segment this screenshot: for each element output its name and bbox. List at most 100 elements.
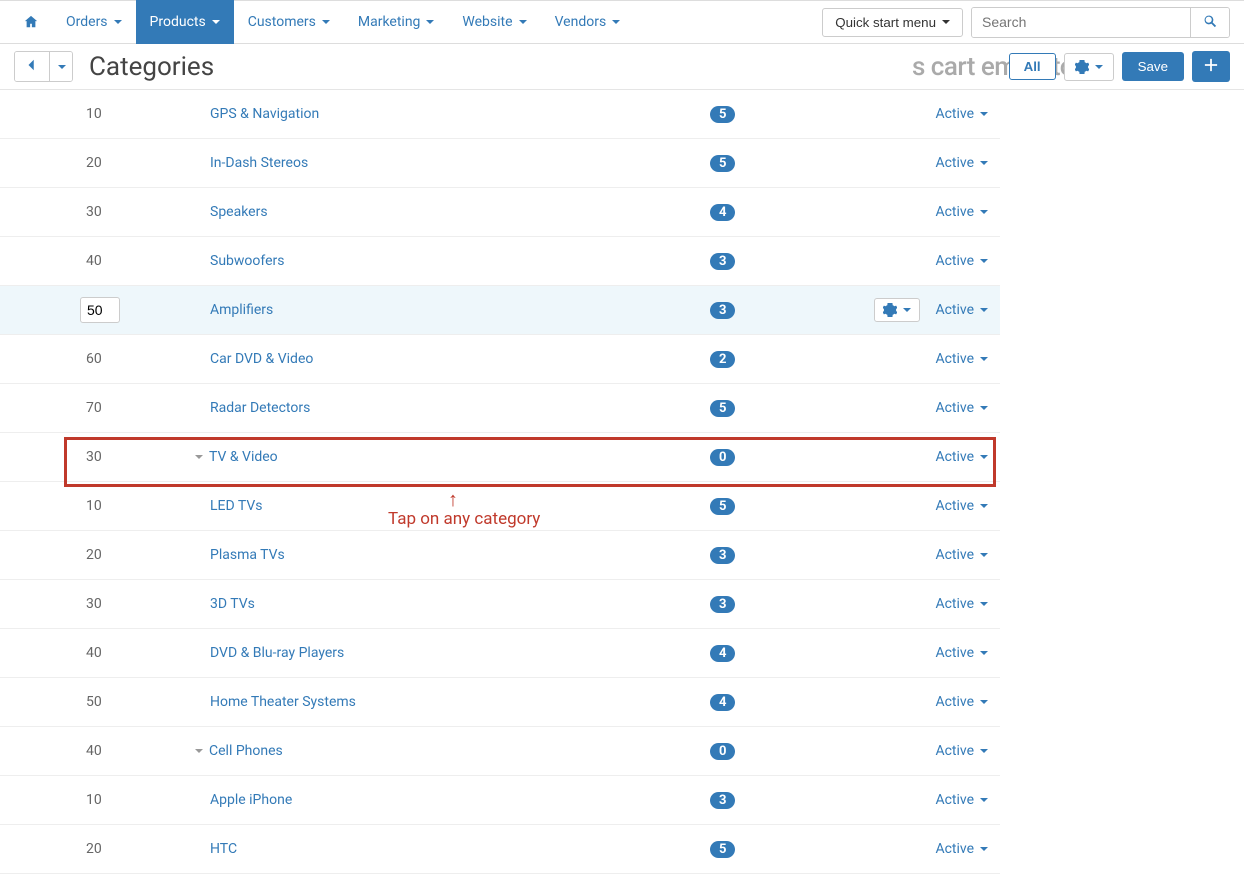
search-button[interactable] bbox=[1190, 8, 1229, 37]
category-row: 20Plasma TVs3 Active bbox=[0, 531, 1000, 580]
save-button[interactable]: Save bbox=[1122, 52, 1184, 81]
nav-website-label: Website bbox=[462, 14, 512, 30]
category-name-link[interactable]: Subwoofers bbox=[160, 253, 710, 269]
category-row: 40DVD & Blu-ray Players4 Active bbox=[0, 629, 1000, 678]
status-dropdown[interactable]: Active bbox=[930, 351, 1000, 367]
nav-orders-label: Orders bbox=[66, 14, 108, 30]
all-button[interactable]: All bbox=[1009, 53, 1056, 80]
home-icon bbox=[24, 15, 38, 29]
back-dropdown-button[interactable] bbox=[49, 52, 72, 81]
nav-products[interactable]: Products bbox=[136, 0, 234, 44]
settings-button[interactable] bbox=[1064, 53, 1114, 81]
category-name-link[interactable]: Speakers bbox=[160, 204, 710, 220]
position-cell[interactable]: 20 bbox=[20, 547, 160, 563]
category-row: 303D TVs3 Active bbox=[0, 580, 1000, 629]
count-badge[interactable]: 3 bbox=[710, 253, 735, 270]
count-badge[interactable]: 5 bbox=[710, 155, 735, 172]
quick-start-button[interactable]: Quick start menu bbox=[822, 8, 963, 37]
category-name-link[interactable]: Plasma TVs bbox=[160, 547, 710, 563]
status-dropdown[interactable]: Active bbox=[930, 596, 1000, 612]
position-cell[interactable]: 10 bbox=[20, 792, 160, 808]
expand-caret-icon bbox=[195, 455, 203, 459]
count-badge[interactable]: 5 bbox=[710, 400, 735, 417]
category-name-link[interactable]: DVD & Blu-ray Players bbox=[160, 645, 710, 661]
status-dropdown[interactable]: Active bbox=[930, 792, 1000, 808]
status-dropdown[interactable]: Active bbox=[930, 106, 1000, 122]
position-cell[interactable]: 70 bbox=[20, 400, 160, 416]
position-cell[interactable]: 20 bbox=[20, 841, 160, 857]
position-cell[interactable]: 30 bbox=[20, 596, 160, 612]
count-cell: 4 bbox=[710, 645, 850, 662]
category-name-text: Apple iPhone bbox=[210, 792, 292, 808]
category-name-link[interactable]: Amplifiers bbox=[160, 302, 710, 318]
position-cell[interactable]: 30 bbox=[20, 204, 160, 220]
nav-home[interactable] bbox=[10, 0, 52, 44]
count-badge[interactable]: 2 bbox=[710, 351, 735, 368]
status-dropdown[interactable]: Active bbox=[930, 694, 1000, 710]
category-row: 30Speakers4 Active bbox=[0, 188, 1000, 237]
nav-marketing-label: Marketing bbox=[358, 14, 421, 30]
category-name-link[interactable]: In-Dash Stereos bbox=[160, 155, 710, 171]
count-badge[interactable]: 0 bbox=[710, 449, 735, 466]
position-cell[interactable]: 60 bbox=[20, 351, 160, 367]
position-cell[interactable]: 40 bbox=[20, 645, 160, 661]
position-cell[interactable]: 50 bbox=[20, 694, 160, 710]
row-settings-button[interactable] bbox=[874, 298, 920, 322]
status-dropdown[interactable]: Active bbox=[930, 498, 1000, 514]
category-name-link[interactable]: Home Theater Systems bbox=[160, 694, 710, 710]
status-dropdown[interactable]: Active bbox=[930, 155, 1000, 171]
position-cell[interactable]: 10 bbox=[20, 106, 160, 122]
count-cell: 5 bbox=[710, 841, 850, 858]
nav-website[interactable]: Website bbox=[448, 0, 540, 44]
status-dropdown[interactable]: Active bbox=[930, 204, 1000, 220]
category-name-link[interactable]: 3D TVs bbox=[160, 596, 710, 612]
search-input[interactable] bbox=[972, 8, 1190, 37]
status-dropdown[interactable]: Active bbox=[930, 645, 1000, 661]
category-name-link[interactable]: Cell Phones bbox=[160, 743, 710, 759]
count-badge[interactable]: 3 bbox=[710, 302, 735, 319]
position-cell[interactable]: 30 bbox=[20, 449, 160, 465]
position-cell[interactable]: 40 bbox=[20, 253, 160, 269]
category-name-link[interactable]: TV & Video bbox=[160, 449, 710, 465]
count-badge[interactable]: 3 bbox=[710, 792, 735, 809]
count-badge[interactable]: 4 bbox=[710, 204, 735, 221]
count-badge[interactable]: 3 bbox=[710, 547, 735, 564]
caret-icon bbox=[980, 455, 988, 459]
status-dropdown[interactable]: Active bbox=[930, 547, 1000, 563]
nav-vendors[interactable]: Vendors bbox=[541, 0, 635, 44]
status-dropdown[interactable]: Active bbox=[930, 449, 1000, 465]
position-cell[interactable]: 20 bbox=[20, 155, 160, 171]
category-name-text: LED TVs bbox=[210, 498, 263, 514]
count-badge[interactable]: 0 bbox=[710, 743, 735, 760]
count-badge[interactable]: 4 bbox=[710, 645, 735, 662]
secondary-bar: Categories s cart emo Sto All Save bbox=[0, 44, 1244, 90]
category-name-link[interactable]: Car DVD & Video bbox=[160, 351, 710, 367]
nav-customers[interactable]: Customers bbox=[234, 0, 344, 44]
position-cell[interactable]: 40 bbox=[20, 743, 160, 759]
position-cell[interactable]: 10 bbox=[20, 498, 160, 514]
back-button[interactable] bbox=[15, 52, 49, 81]
caret-icon bbox=[980, 651, 988, 655]
status-dropdown[interactable]: Active bbox=[930, 743, 1000, 759]
category-name-link[interactable]: GPS & Navigation bbox=[160, 106, 710, 122]
position-input[interactable] bbox=[80, 297, 120, 323]
status-dropdown[interactable]: Active bbox=[930, 253, 1000, 269]
count-badge[interactable]: 5 bbox=[710, 841, 735, 858]
count-badge[interactable]: 4 bbox=[710, 694, 735, 711]
status-dropdown[interactable]: Active bbox=[930, 400, 1000, 416]
nav-orders[interactable]: Orders bbox=[52, 0, 136, 44]
status-dropdown[interactable]: Active bbox=[930, 841, 1000, 857]
category-row: 70Radar Detectors5 Active bbox=[0, 384, 1000, 433]
category-name-link[interactable]: Apple iPhone bbox=[160, 792, 710, 808]
count-badge[interactable]: 5 bbox=[710, 106, 735, 123]
status-text: Active bbox=[935, 743, 974, 759]
nav-vendors-label: Vendors bbox=[555, 14, 607, 30]
count-badge[interactable]: 5 bbox=[710, 498, 735, 515]
nav-marketing[interactable]: Marketing bbox=[344, 0, 449, 44]
category-name-link[interactable]: HTC bbox=[160, 841, 710, 857]
status-dropdown[interactable]: Active bbox=[930, 302, 1000, 318]
count-cell: 4 bbox=[710, 694, 850, 711]
category-name-link[interactable]: Radar Detectors bbox=[160, 400, 710, 416]
add-button[interactable] bbox=[1192, 51, 1230, 82]
count-badge[interactable]: 3 bbox=[710, 596, 735, 613]
